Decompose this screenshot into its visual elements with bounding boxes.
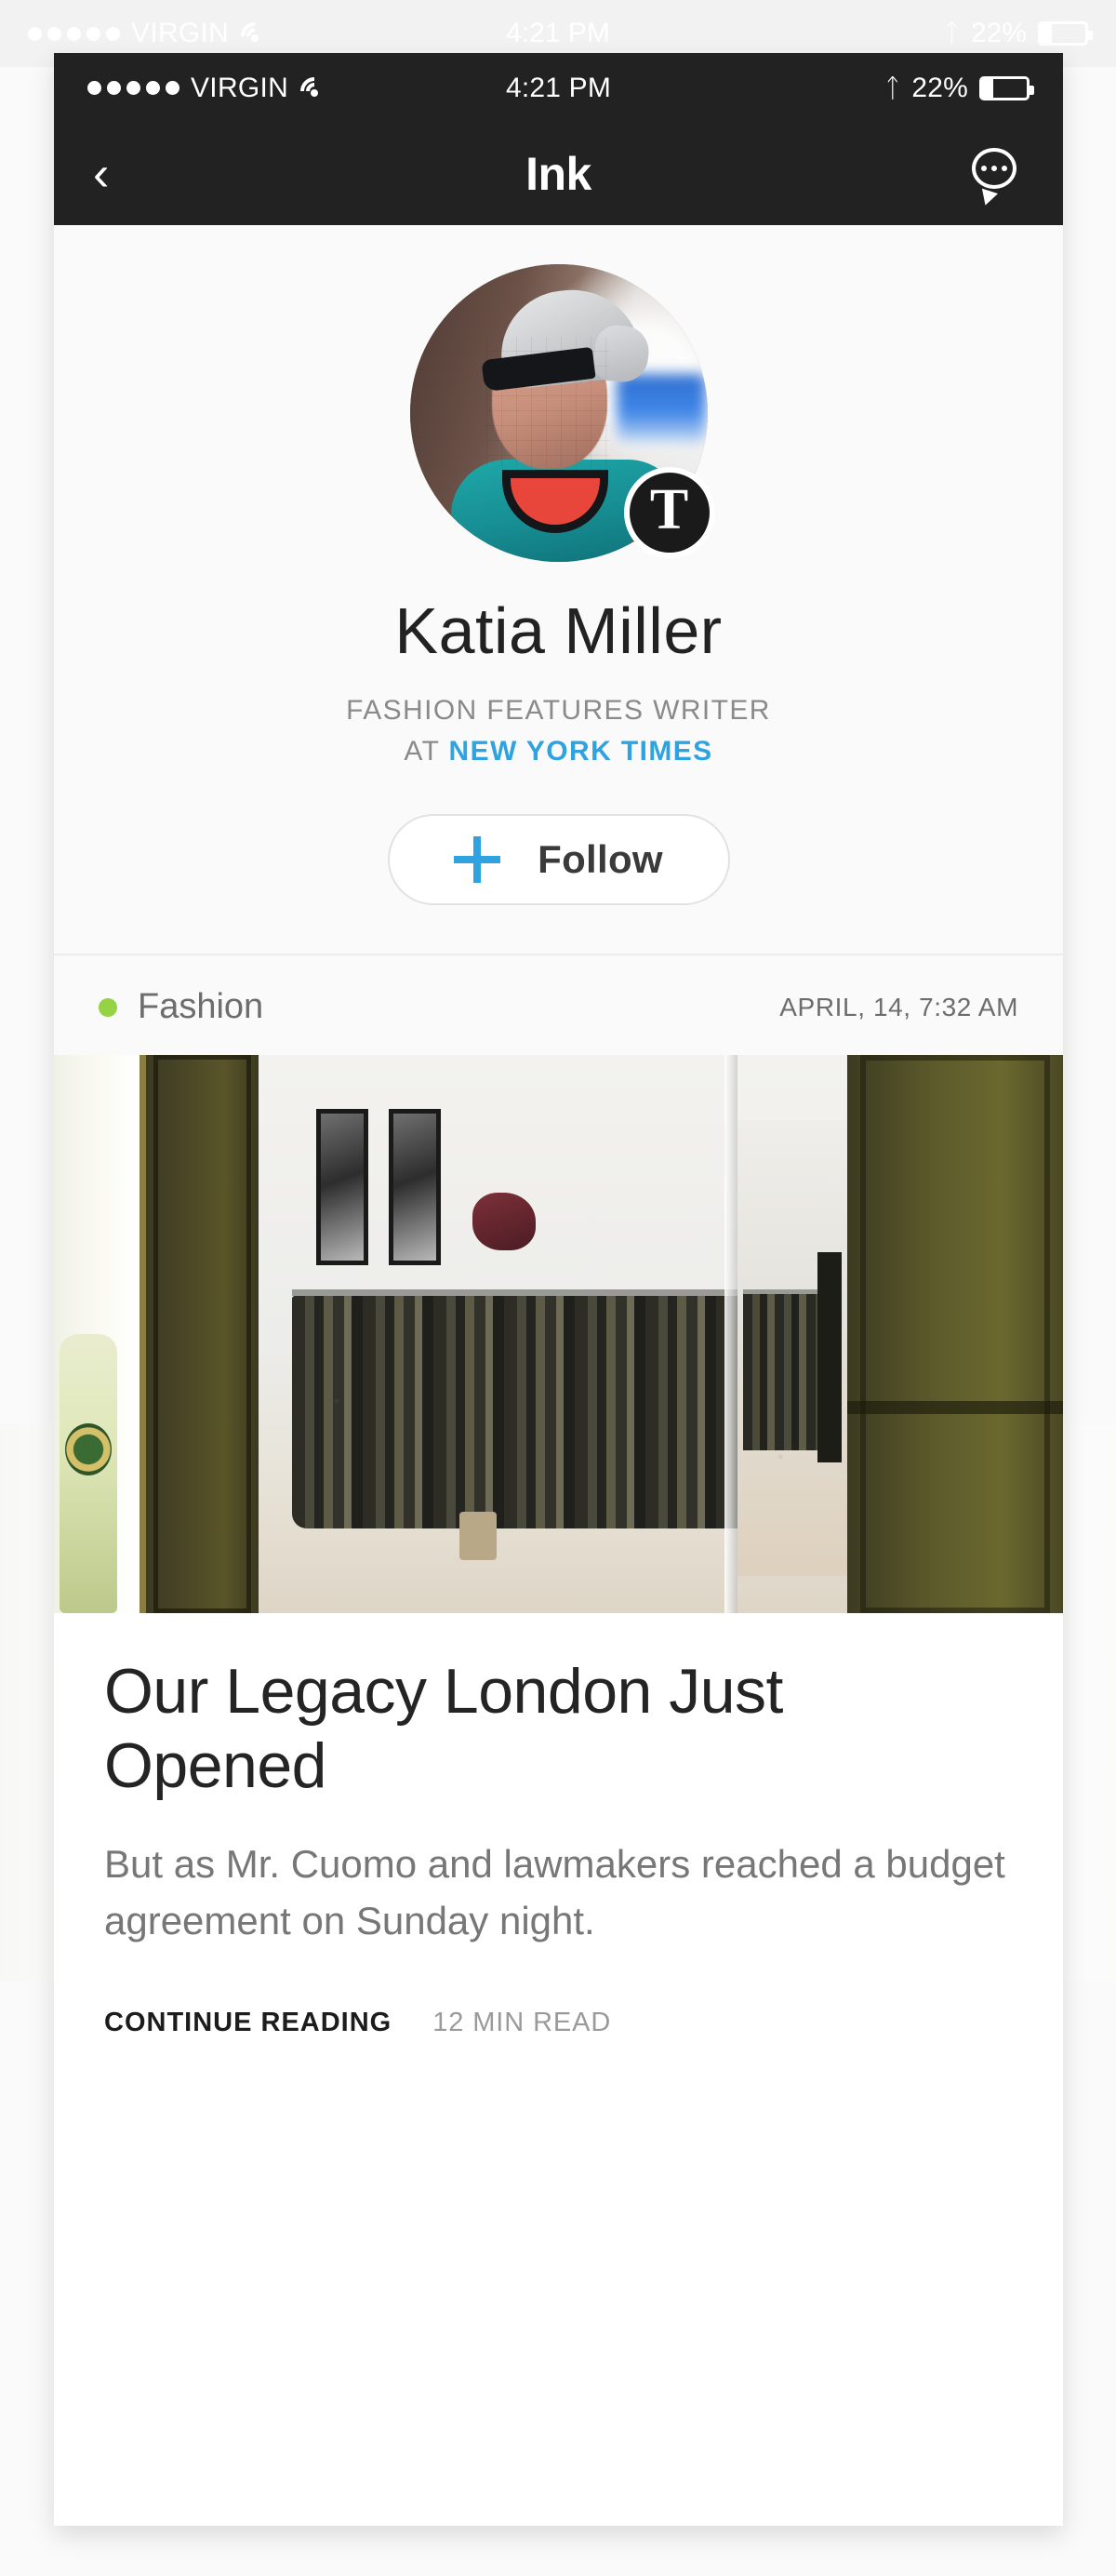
follow-button-label: Follow (538, 837, 663, 881)
ghost-bluetooth-icon: ᛏ (944, 19, 960, 47)
follow-button[interactable]: Follow (387, 814, 730, 905)
navigation-bar: ‹ Ink (54, 123, 1063, 225)
new-york-times-badge-icon: T (623, 467, 715, 558)
screenshot-page: VIRGIN 4:21 PM ᛏ 22% VIRGIN 4:21 PM ᛏ 22… (0, 0, 1116, 2576)
chat-bubble-icon[interactable] (972, 148, 1024, 208)
profile-org-line: AT NEW YORK TIMES (54, 731, 1063, 772)
ghost-status-left: VIRGIN (28, 16, 506, 57)
article-body: Our Legacy London Just Opened But as Mr.… (54, 1613, 1063, 1950)
ghost-status-right: ᛏ 22% (610, 18, 1094, 49)
category-dot-icon (99, 997, 117, 1017)
carrier-label: VIRGIN (191, 72, 289, 103)
continue-reading-button[interactable]: CONTINUE READING (104, 2008, 392, 2038)
ghost-signal-dots-icon (28, 26, 120, 41)
ghost-battery-icon (1038, 21, 1094, 46)
ghost-wifi-icon (234, 16, 275, 57)
wifi-icon (294, 71, 335, 111)
ghost-battery-percent: 22% (970, 18, 1028, 48)
app-title: Ink (525, 148, 591, 200)
category-label: Fashion (138, 987, 264, 1026)
profile-name: Katia Miller (394, 594, 723, 667)
plus-icon (454, 836, 501, 883)
status-bar-right: ᛏ 22% (611, 72, 1034, 104)
ghost-clock: 4:21 PM (506, 18, 610, 48)
avatar-wrapper: T (409, 264, 715, 562)
article-date: APRIL, 14, 7:32 AM (779, 992, 1018, 1021)
battery-icon (979, 75, 1034, 100)
status-bar: VIRGIN 4:21 PM ᛏ 22% (54, 53, 1063, 123)
profile-at-word: AT (404, 735, 440, 767)
profile-organization[interactable]: NEW YORK TIMES (449, 736, 713, 767)
profile-section: T Katia Miller FASHION FEATURES WRITER A… (54, 225, 1063, 955)
article-title: Our Legacy London Just Opened (104, 1656, 783, 1802)
article-footer: CONTINUE READING 12 MIN READ (54, 1950, 1063, 2038)
ghost-carrier-label: VIRGIN (131, 18, 230, 48)
battery-percent-label: 22% (911, 72, 968, 103)
profile-role: FASHION FEATURES WRITER AT NEW YORK TIME… (54, 690, 1063, 771)
article-excerpt: But as Mr. Cuomo and lawmakers reached a… (104, 1842, 1005, 1943)
phone-screen: VIRGIN 4:21 PM ᛏ 22% ‹ Ink T Katia Mille… (54, 53, 1063, 2526)
status-bar-left: VIRGIN (87, 71, 506, 111)
read-time-label: 12 MIN READ (432, 2008, 612, 2038)
profile-role-title: FASHION FEATURES WRITER (346, 695, 771, 726)
bluetooth-icon: ᛏ (884, 73, 901, 102)
clock-label: 4:21 PM (505, 72, 612, 103)
article-photo[interactable] (54, 1055, 1063, 1613)
article-meta-row: Fashion APRIL, 14, 7:32 AM (54, 955, 1063, 1055)
article-card[interactable]: Our Legacy London Just Opened But as Mr.… (54, 1055, 1063, 2039)
signal-dots-icon (87, 81, 179, 95)
category-group[interactable]: Fashion (99, 987, 263, 1027)
